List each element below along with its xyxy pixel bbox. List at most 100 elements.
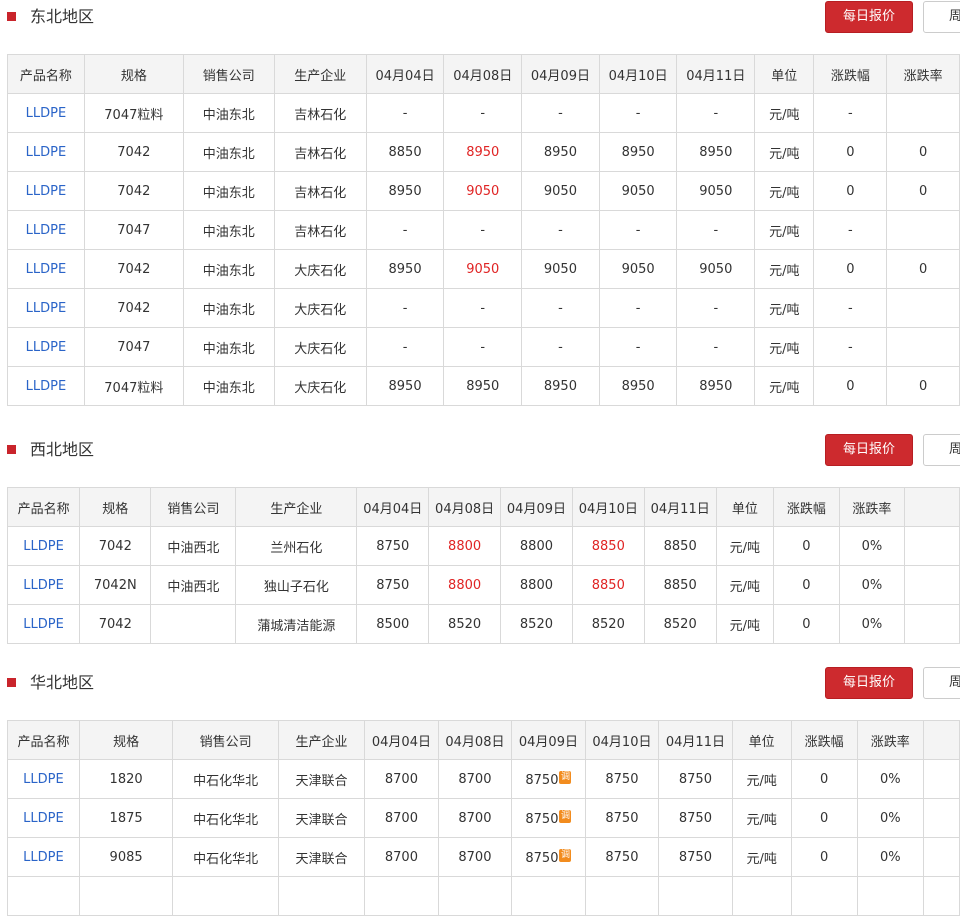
product-link[interactable]: LLDPE — [7, 288, 85, 328]
table-cell: 天津联合 — [277, 798, 366, 838]
cell-text: LLDPE — [25, 105, 67, 121]
column-header: 涨跌幅 — [773, 487, 840, 527]
product-link[interactable]: LLDPE — [7, 366, 85, 406]
table-cell: 0 — [773, 565, 840, 605]
cell-text: LLDPE — [25, 183, 67, 199]
column-header: 04月11日 — [643, 487, 717, 527]
table-cell — [511, 876, 586, 916]
table-cell: 中石化华北 — [172, 798, 279, 838]
cell-text: 1875 — [109, 810, 143, 826]
cell-text: 8950 — [543, 378, 577, 394]
table-cell: 9050 — [676, 249, 756, 289]
cell-text: - — [635, 105, 641, 121]
cell-text: 8750 — [525, 772, 559, 788]
table-cell: 中油东北 — [182, 171, 275, 211]
table-cell: 中油东北 — [182, 366, 275, 406]
table-cell: 蒲城清洁能源 — [235, 604, 358, 644]
column-header: 单位 — [715, 487, 775, 527]
column-header: 生产企业 — [235, 487, 358, 527]
table-cell: 元/吨 — [754, 210, 815, 250]
table-cell: 7042 — [83, 249, 184, 289]
table-cell: 8750 调 — [511, 759, 586, 799]
product-link[interactable]: LLDPE — [7, 171, 85, 211]
cell-text: 7042 — [117, 261, 151, 277]
product-link[interactable]: LLDPE — [7, 210, 85, 250]
table-cell: 中油西北 — [150, 565, 237, 605]
cell-text: 8950 — [388, 378, 422, 394]
cell-text: 8950 — [388, 183, 422, 199]
table-cell: - — [365, 210, 445, 250]
cell-text: 元/吨 — [769, 302, 800, 318]
table-cell: 元/吨 — [754, 327, 815, 367]
product-link[interactable]: LLDPE — [7, 93, 85, 133]
daily-quote-button[interactable]: 每日报价 — [825, 1, 913, 33]
table-cell: 中油东北 — [182, 132, 275, 172]
cell-text: - — [635, 339, 641, 355]
table-cell — [922, 837, 960, 877]
cell-text: 中油东北 — [202, 146, 255, 162]
cell-text: 元/吨 — [769, 146, 800, 162]
cell-text: 0 — [918, 378, 928, 394]
product-link[interactable]: LLDPE — [6, 604, 81, 644]
cell-text: 7047粒料 — [104, 107, 164, 123]
cell-text: 8750 — [678, 771, 712, 787]
table-cell: - — [676, 288, 756, 328]
cell-text: LLDPE — [25, 339, 67, 355]
weekly-quote-button[interactable]: 周 — [923, 1, 960, 33]
daily-quote-button[interactable]: 每日报价 — [825, 667, 913, 699]
cell-text: 9050 — [621, 261, 655, 277]
product-link[interactable]: LLDPE — [7, 837, 80, 877]
column-header: 销售公司 — [182, 54, 275, 94]
column-header: 单位 — [731, 720, 792, 760]
product-link[interactable]: LLDPE — [7, 249, 85, 289]
cell-text: 吉林石化 — [294, 185, 347, 201]
cell-text: - — [480, 300, 486, 316]
table-cell: 8520 — [428, 604, 502, 644]
cell-text: LLDPE — [23, 849, 64, 865]
table-cell — [658, 876, 733, 916]
table-cell: 0% — [838, 526, 906, 566]
product-link[interactable]: LLDPE — [6, 565, 81, 605]
table-cell: 0% — [856, 798, 924, 838]
table-row: LLDPE 7042 中油东北 吉林石化 8850 8950 8950 8950 8950 元/吨… — [7, 132, 960, 172]
product-link[interactable]: LLDPE — [7, 798, 80, 838]
table-cell: 元/吨 — [754, 366, 815, 406]
cell-text: 8800 — [519, 577, 553, 593]
table-cell: 8500 — [356, 604, 430, 644]
cell-text: 9050 — [543, 261, 577, 277]
column-header: 单位 — [754, 54, 815, 94]
product-link[interactable]: LLDPE — [7, 327, 85, 367]
table-cell — [277, 876, 366, 916]
table-cell: 7047粒料 — [83, 93, 184, 133]
weekly-quote-button[interactable]: 周 — [923, 667, 960, 699]
cell-text: 9050 — [621, 183, 655, 199]
table-cell: 0 — [886, 366, 960, 406]
cell-text: 8950 — [388, 261, 422, 277]
column-header: 涨跌幅 — [790, 720, 858, 760]
cell-text: 8500 — [376, 616, 410, 632]
table-cell: - — [365, 93, 445, 133]
table-cell: - — [521, 327, 600, 367]
cell-text: 8750 — [525, 811, 559, 827]
cell-text: 8950 — [621, 144, 655, 160]
table-cell — [904, 604, 960, 644]
cell-text: LLDPE — [23, 616, 64, 632]
table-cell: 9050 — [676, 171, 756, 211]
cell-text: 元/吨 — [769, 263, 800, 279]
product-link[interactable]: LLDPE — [7, 759, 80, 799]
product-link[interactable]: LLDPE — [6, 526, 81, 566]
product-link[interactable]: LLDPE — [7, 132, 85, 172]
cell-text: 8750 — [678, 849, 712, 865]
cell-text: 0 — [846, 144, 855, 160]
table-cell — [886, 210, 960, 250]
weekly-quote-button[interactable]: 周 — [923, 434, 960, 466]
table-cell: 中油东北 — [182, 249, 275, 289]
table-cell: 1820 — [78, 759, 174, 799]
table-cell — [172, 876, 279, 916]
cell-text: 元/吨 — [729, 579, 761, 595]
daily-quote-button[interactable]: 每日报价 — [825, 434, 913, 466]
table-cell: 大庆石化 — [273, 366, 367, 406]
table-cell — [150, 604, 237, 644]
table-cell: 天津联合 — [277, 837, 366, 877]
section-title: 华北地区 — [30, 673, 95, 692]
